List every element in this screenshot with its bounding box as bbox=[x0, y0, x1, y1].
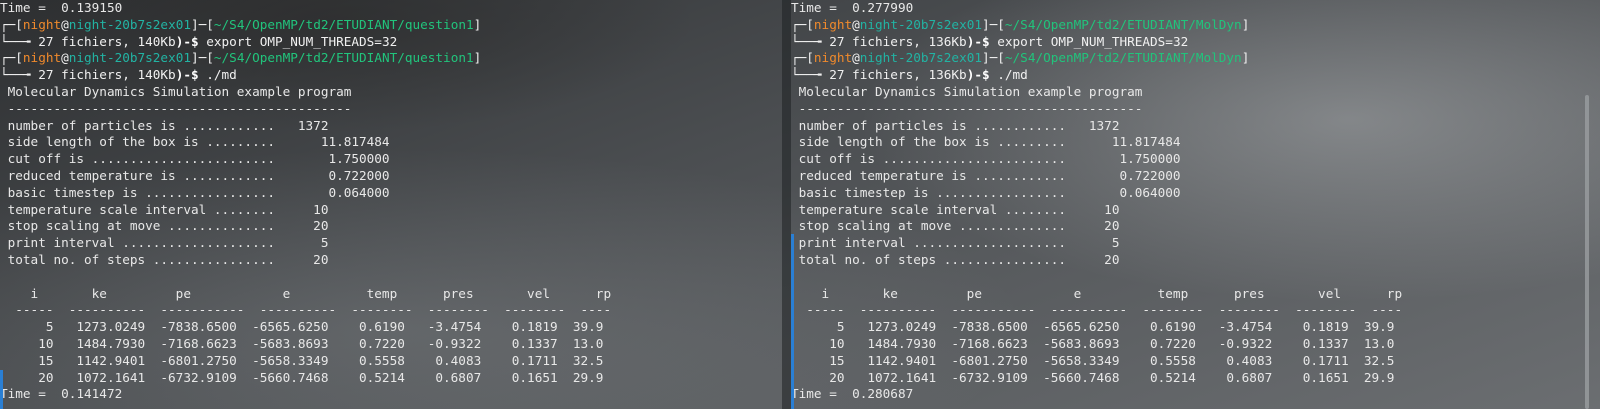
table-row: 10 1484.7930 -7168.6623 -5683.8693 0.722… bbox=[0, 335, 604, 351]
table-row: 5 1273.0249 -7838.6500 -6565.6250 0.6190… bbox=[0, 319, 604, 335]
prompt-host: night-20b7s2ex01 bbox=[68, 16, 191, 32]
command-text: ./md bbox=[198, 67, 237, 83]
prompt-line: ┌─[night@night-20b7s2ex01]─[~/S4/OpenMP/… bbox=[0, 16, 482, 32]
table-header: i ke pe e temp pres vel rp bbox=[791, 285, 1403, 301]
prompt-user: night bbox=[22, 16, 62, 32]
output-line: number of particles is ............ 1372 bbox=[0, 117, 329, 133]
output-line: Molecular Dynamics Simulation example pr… bbox=[0, 83, 352, 99]
scrollbar-thumb[interactable] bbox=[1585, 95, 1589, 409]
output-line: basic timestep is ................. 0.06… bbox=[0, 184, 390, 200]
prompt-files: 27 fichiers, 136Kb bbox=[829, 33, 967, 49]
table-row: 5 1273.0249 -7838.6500 -6565.6250 0.6190… bbox=[791, 319, 1395, 335]
output-line: reduced temperature is ............ 0.72… bbox=[0, 167, 390, 183]
output-line: cut off is ........................ 1.75… bbox=[0, 151, 390, 167]
prompt-host: night-20b7s2ex01 bbox=[859, 50, 982, 66]
output-line: ----------------------------------------… bbox=[791, 100, 1143, 116]
pane-divider[interactable] bbox=[782, 0, 791, 409]
prompt-path: ~/S4/OpenMP/td2/ETUDIANT/MolDyn bbox=[1004, 16, 1242, 32]
table-header: i ke pe e temp pres vel rp bbox=[0, 285, 612, 301]
output-line: number of particles is ............ 1372 bbox=[791, 117, 1120, 133]
time-readout: Time = 0.277990 bbox=[791, 0, 914, 15]
time-readout: Time = 0.139150 bbox=[0, 0, 123, 15]
prompt-host: night-20b7s2ex01 bbox=[859, 16, 982, 32]
prompt-path: ~/S4/OpenMP/td2/ETUDIANT/MolDyn bbox=[1004, 50, 1242, 66]
output-line: total no. of steps ................ 20 bbox=[791, 251, 1120, 267]
table-row: 10 1484.7930 -7168.6623 -5683.8693 0.722… bbox=[791, 335, 1395, 351]
command-text: ./md bbox=[989, 67, 1028, 83]
prompt-command-line: └──╼ 27 fichiers, 140Kb)-$ export OMP_NU… bbox=[0, 33, 398, 49]
output-line: stop scaling at move .............. 20 bbox=[0, 218, 329, 234]
output-line: ----------------------------------------… bbox=[0, 100, 352, 116]
prompt-line: ┌─[night@night-20b7s2ex01]─[~/S4/OpenMP/… bbox=[791, 50, 1250, 66]
prompt-command-line: └──╼ 27 fichiers, 136Kb)-$ export OMP_NU… bbox=[791, 33, 1189, 49]
output-line: print interval .................... 5 bbox=[791, 235, 1120, 251]
prompt-path: ~/S4/OpenMP/td2/ETUDIANT/question1 bbox=[213, 50, 474, 66]
table-row: 15 1142.9401 -6801.2750 -5658.3349 0.555… bbox=[791, 352, 1395, 368]
prompt-host: night-20b7s2ex01 bbox=[68, 50, 191, 66]
output-line: total no. of steps ................ 20 bbox=[0, 251, 329, 267]
prompt-files: 27 fichiers, 140Kb bbox=[38, 67, 176, 83]
prompt-line: ┌─[night@night-20b7s2ex01]─[~/S4/OpenMP/… bbox=[791, 16, 1250, 32]
command-text: export OMP_NUM_THREADS=32 bbox=[989, 33, 1189, 49]
output-line: side length of the box is ......... 11.8… bbox=[0, 134, 390, 150]
scrollbar[interactable] bbox=[1583, 0, 1591, 409]
prompt-user: night bbox=[22, 50, 62, 66]
terminal-pane-left[interactable]: Time = 0.139150 ┌─[night@night-20b7s2ex0… bbox=[0, 0, 782, 409]
output-line: stop scaling at move .............. 20 bbox=[791, 218, 1120, 234]
output-line: temperature scale interval ........ 10 bbox=[791, 201, 1120, 217]
command-text: export OMP_NUM_THREADS=32 bbox=[198, 33, 398, 49]
output-line: reduced temperature is ............ 0.72… bbox=[791, 167, 1181, 183]
prompt-user: night bbox=[813, 16, 853, 32]
prompt-command-line: └──╼ 27 fichiers, 136Kb)-$ ./md bbox=[791, 67, 1028, 83]
table-separator: ----- ---------- ----------- ---------- … bbox=[0, 302, 612, 318]
prompt-command-line: └──╼ 27 fichiers, 140Kb)-$ ./md bbox=[0, 67, 237, 83]
prompt-user: night bbox=[813, 50, 853, 66]
table-row: 15 1142.9401 -6801.2750 -5658.3349 0.555… bbox=[0, 352, 604, 368]
output-line: Molecular Dynamics Simulation example pr… bbox=[791, 83, 1143, 99]
prompt-files: 27 fichiers, 136Kb bbox=[829, 67, 967, 83]
output-line: side length of the box is ......... 11.8… bbox=[791, 134, 1181, 150]
selection-marker bbox=[791, 234, 794, 409]
time-readout: Time = 0.141472 bbox=[0, 386, 123, 402]
prompt-path: ~/S4/OpenMP/td2/ETUDIANT/question1 bbox=[213, 16, 474, 32]
output-line: basic timestep is ................. 0.06… bbox=[791, 184, 1181, 200]
table-separator: ----- ---------- ----------- ---------- … bbox=[791, 302, 1403, 318]
prompt-files: 27 fichiers, 140Kb bbox=[38, 33, 176, 49]
terminal-pane-right[interactable]: Time = 0.277990 ┌─[night@night-20b7s2ex0… bbox=[791, 0, 1591, 409]
prompt-line: ┌─[night@night-20b7s2ex01]─[~/S4/OpenMP/… bbox=[0, 50, 482, 66]
output-line: cut off is ........................ 1.75… bbox=[791, 151, 1181, 167]
output-line: print interval .................... 5 bbox=[0, 235, 329, 251]
table-row: 20 1072.1641 -6732.9109 -5660.7468 0.521… bbox=[0, 369, 604, 385]
table-row: 20 1072.1641 -6732.9109 -5660.7468 0.521… bbox=[791, 369, 1395, 385]
time-readout: Time = 0.280687 bbox=[791, 386, 914, 402]
selection-marker bbox=[0, 370, 3, 409]
output-line: temperature scale interval ........ 10 bbox=[0, 201, 329, 217]
